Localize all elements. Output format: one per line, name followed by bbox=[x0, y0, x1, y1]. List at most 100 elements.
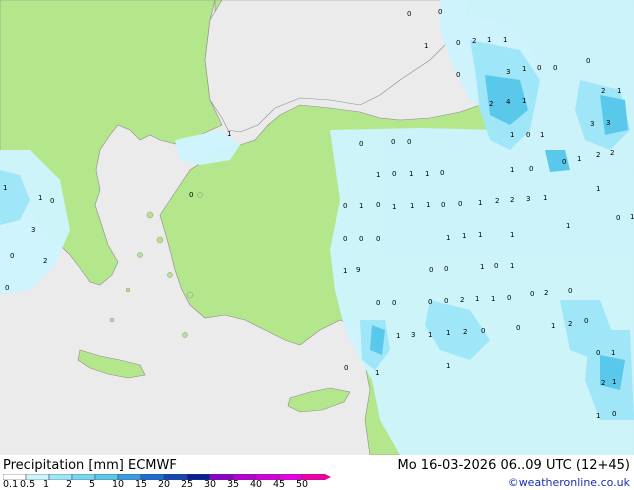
svg-text:0: 0 bbox=[343, 202, 347, 210]
legend-tick-label: 1 bbox=[43, 479, 50, 490]
svg-text:1: 1 bbox=[522, 97, 526, 105]
svg-text:0: 0 bbox=[481, 327, 485, 335]
svg-text:0: 0 bbox=[494, 262, 498, 270]
svg-text:0: 0 bbox=[50, 197, 54, 205]
svg-text:3: 3 bbox=[31, 226, 35, 234]
svg-text:0: 0 bbox=[392, 170, 396, 178]
svg-text:0: 0 bbox=[189, 191, 193, 199]
svg-text:0: 0 bbox=[359, 235, 363, 243]
svg-text:0: 0 bbox=[440, 169, 444, 177]
svg-text:2: 2 bbox=[495, 197, 499, 205]
svg-text:0: 0 bbox=[441, 201, 445, 209]
svg-text:1: 1 bbox=[510, 166, 514, 174]
legend-tick-label: 15 bbox=[135, 479, 148, 490]
svg-text:0: 0 bbox=[438, 8, 442, 16]
svg-text:0: 0 bbox=[553, 64, 557, 72]
svg-text:1: 1 bbox=[462, 232, 466, 240]
svg-text:0: 0 bbox=[376, 299, 380, 307]
svg-text:1: 1 bbox=[510, 131, 514, 139]
svg-text:0: 0 bbox=[562, 158, 566, 166]
svg-text:1: 1 bbox=[543, 194, 547, 202]
svg-text:1: 1 bbox=[612, 378, 616, 386]
svg-text:0: 0 bbox=[10, 252, 14, 260]
svg-text:0: 0 bbox=[586, 57, 590, 65]
svg-text:2: 2 bbox=[544, 289, 548, 297]
svg-text:0: 0 bbox=[507, 294, 511, 302]
svg-text:1: 1 bbox=[396, 332, 400, 340]
svg-text:0: 0 bbox=[428, 298, 432, 306]
svg-text:2: 2 bbox=[489, 100, 493, 108]
credit-link[interactable]: ©weatheronline.co.uk bbox=[508, 476, 630, 489]
svg-text:1: 1 bbox=[596, 412, 600, 420]
svg-text:0: 0 bbox=[537, 64, 541, 72]
svg-text:1: 1 bbox=[359, 202, 363, 210]
legend-tick-label: 10 bbox=[112, 479, 125, 490]
svg-text:1: 1 bbox=[426, 201, 430, 209]
svg-text:1: 1 bbox=[376, 171, 380, 179]
svg-text:1: 1 bbox=[410, 202, 414, 210]
legend-tick-label: 0.5 bbox=[20, 479, 36, 490]
svg-text:0: 0 bbox=[529, 165, 533, 173]
svg-text:0: 0 bbox=[596, 349, 600, 357]
svg-text:1: 1 bbox=[425, 170, 429, 178]
svg-text:0: 0 bbox=[612, 410, 616, 418]
svg-text:1: 1 bbox=[3, 184, 7, 192]
svg-text:1: 1 bbox=[540, 131, 544, 139]
svg-text:1: 1 bbox=[617, 87, 621, 95]
legend-tick-label: 0.1 bbox=[3, 479, 19, 490]
svg-text:1: 1 bbox=[446, 329, 450, 337]
legend-tick-label: 5 bbox=[89, 479, 96, 490]
svg-text:3: 3 bbox=[606, 119, 610, 127]
svg-text:1: 1 bbox=[630, 213, 634, 221]
svg-text:2: 2 bbox=[463, 328, 467, 336]
svg-text:0: 0 bbox=[391, 138, 395, 146]
svg-text:1: 1 bbox=[478, 231, 482, 239]
svg-text:0: 0 bbox=[444, 297, 448, 305]
svg-text:1: 1 bbox=[551, 322, 555, 330]
svg-text:1: 1 bbox=[424, 42, 428, 50]
svg-text:1: 1 bbox=[487, 36, 491, 44]
svg-text:1: 1 bbox=[392, 203, 396, 211]
svg-text:0: 0 bbox=[376, 235, 380, 243]
svg-text:2: 2 bbox=[568, 320, 572, 328]
svg-text:4: 4 bbox=[506, 98, 511, 106]
svg-text:1: 1 bbox=[510, 231, 514, 239]
legend-title: Precipitation [mm] ECMWF bbox=[3, 458, 177, 473]
svg-text:1: 1 bbox=[343, 267, 347, 275]
svg-text:0: 0 bbox=[5, 284, 9, 292]
legend-tick-label: 25 bbox=[181, 479, 194, 490]
svg-text:3: 3 bbox=[526, 195, 530, 203]
svg-text:2: 2 bbox=[610, 149, 614, 157]
svg-text:0: 0 bbox=[456, 71, 460, 79]
legend-tick-label: 50 bbox=[296, 479, 309, 490]
svg-text:0: 0 bbox=[343, 235, 347, 243]
svg-text:2: 2 bbox=[601, 379, 605, 387]
svg-text:1: 1 bbox=[428, 331, 432, 339]
legend-tick-label: 45 bbox=[273, 479, 286, 490]
svg-text:0: 0 bbox=[616, 214, 620, 222]
svg-text:1: 1 bbox=[611, 349, 615, 357]
svg-text:0: 0 bbox=[392, 299, 396, 307]
svg-text:2: 2 bbox=[510, 196, 514, 204]
svg-text:0: 0 bbox=[444, 265, 448, 273]
svg-text:3: 3 bbox=[590, 120, 594, 128]
svg-text:0: 0 bbox=[344, 364, 348, 372]
svg-text:2: 2 bbox=[596, 151, 600, 159]
legend-tick-label: 2 bbox=[66, 479, 73, 490]
svg-text:0: 0 bbox=[456, 39, 460, 47]
svg-text:0: 0 bbox=[407, 10, 411, 18]
svg-text:1: 1 bbox=[478, 199, 482, 207]
svg-text:0: 0 bbox=[359, 140, 363, 148]
svg-text:2: 2 bbox=[460, 296, 464, 304]
svg-text:1: 1 bbox=[446, 362, 450, 370]
svg-text:1: 1 bbox=[227, 130, 231, 138]
svg-text:1: 1 bbox=[409, 170, 413, 178]
legend-tick-label: 40 bbox=[250, 479, 263, 490]
svg-text:3: 3 bbox=[506, 68, 510, 76]
svg-text:9: 9 bbox=[356, 266, 360, 274]
svg-text:1: 1 bbox=[522, 65, 526, 73]
svg-text:3: 3 bbox=[411, 331, 415, 339]
svg-text:1: 1 bbox=[566, 222, 570, 230]
svg-text:2: 2 bbox=[43, 257, 47, 265]
svg-text:1: 1 bbox=[480, 263, 484, 271]
